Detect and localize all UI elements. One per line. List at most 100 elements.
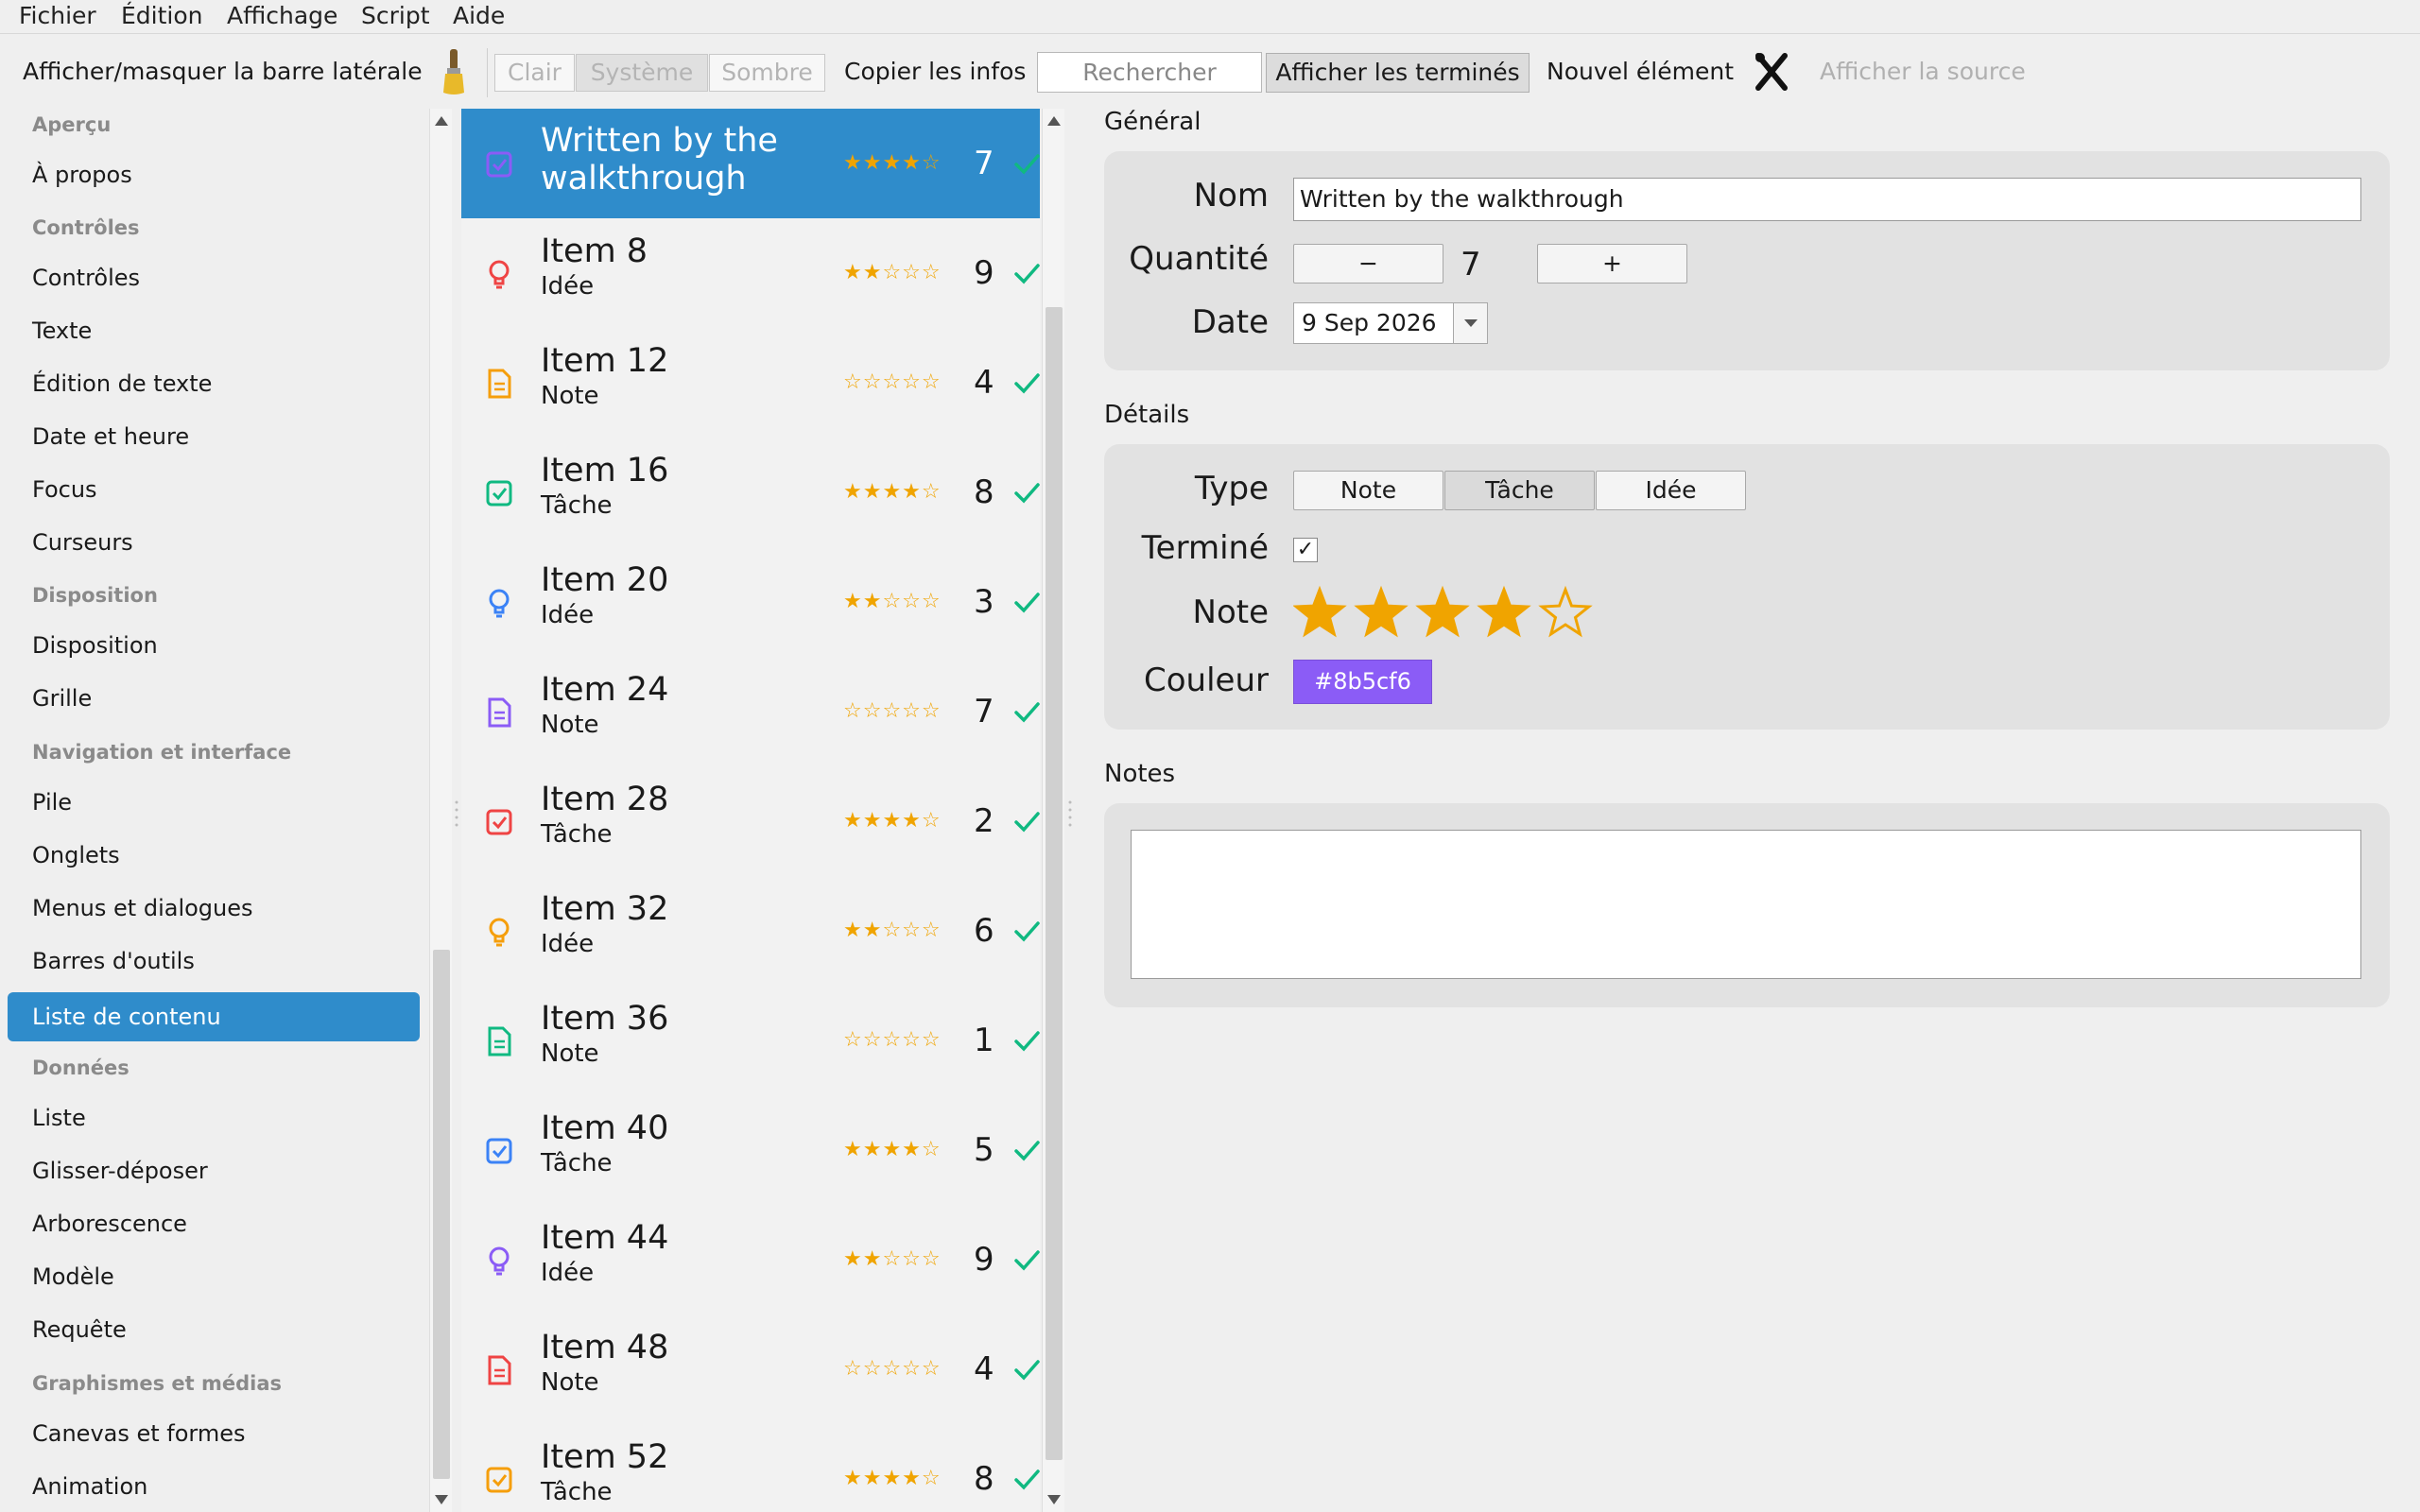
- list-item-subtitle: Note: [541, 1368, 599, 1397]
- list-item-rating-stars: ☆☆☆☆☆: [843, 699, 942, 723]
- list-item[interactable]: Written by the walkthrough ★★★★☆ 7: [461, 109, 1040, 218]
- sidebar-item-liste-de-contenu[interactable]: Liste de contenu: [8, 992, 420, 1041]
- done-checkbox[interactable]: ✓: [1293, 538, 1318, 562]
- sidebar-item-pile[interactable]: Pile: [8, 778, 420, 827]
- list-item-subtitle: Idée: [541, 930, 595, 958]
- name-label: Nom: [1193, 177, 1269, 215]
- theme-system-button[interactable]: Système: [576, 54, 708, 92]
- list-item[interactable]: Item 36 Note ☆☆☆☆☆ 1: [461, 986, 1040, 1095]
- star-icon[interactable]: [1415, 585, 1470, 638]
- sidebar-item-texte[interactable]: Texte: [8, 306, 420, 355]
- sidebar-item-focus[interactable]: Focus: [8, 465, 420, 514]
- done-check-icon: [1014, 1031, 1040, 1052]
- sidebar-item-date-et-heure[interactable]: Date et heure: [8, 412, 420, 461]
- color-swatch-button[interactable]: #8b5cf6: [1293, 660, 1432, 704]
- quantity-value: 7: [1461, 246, 1481, 284]
- list-item-subtitle: Tâche: [541, 1478, 613, 1506]
- sidebar-item-onglets[interactable]: Onglets: [8, 831, 420, 880]
- sidebar-item-barres-d-outils[interactable]: Barres d'outils: [8, 936, 420, 986]
- list-item-rating-stars: ★★☆☆☆: [843, 1247, 942, 1271]
- star-icon[interactable]: [1354, 585, 1409, 638]
- theme-dark-button[interactable]: Sombre: [709, 54, 825, 92]
- list-item[interactable]: Item 16 Tâche ★★★★☆ 8: [461, 438, 1040, 547]
- sidebar-item-requete[interactable]: Requête: [8, 1305, 420, 1354]
- list-item[interactable]: Item 44 Idée ★★☆☆☆ 9: [461, 1205, 1040, 1314]
- menu-aide[interactable]: Aide: [453, 0, 505, 34]
- list-item-subtitle: Idée: [541, 1259, 595, 1287]
- type-idee-button[interactable]: Idée: [1596, 471, 1746, 510]
- menu-fichier[interactable]: Fichier: [19, 0, 96, 34]
- scroll-down-arrow-icon[interactable]: [1047, 1495, 1061, 1504]
- list-item-quantity: 8: [974, 1460, 994, 1498]
- search-input[interactable]: Rechercher: [1037, 52, 1262, 93]
- rating-stars[interactable]: [1293, 584, 1615, 643]
- type-note-button[interactable]: Note: [1293, 471, 1443, 510]
- sidebar-item-canevas-et-formes[interactable]: Canevas et formes: [8, 1409, 420, 1458]
- date-picker[interactable]: 9 Sep 2026: [1293, 302, 1488, 344]
- list-item[interactable]: Item 8 Idée ★★☆☆☆ 9: [461, 218, 1040, 328]
- star-icon[interactable]: [1538, 585, 1593, 638]
- list-item[interactable]: Item 52 Tâche ★★★★☆ 8: [461, 1424, 1040, 1512]
- sidebar-scroll-thumb[interactable]: [433, 950, 450, 1479]
- list-item[interactable]: Item 24 Note ☆☆☆☆☆ 7: [461, 657, 1040, 766]
- tools-icon[interactable]: [1753, 52, 1790, 92]
- scroll-down-arrow-icon[interactable]: [435, 1495, 448, 1504]
- menu-affichage[interactable]: Affichage: [227, 0, 337, 34]
- sidebar-group-controles: Contrôles: [32, 216, 140, 239]
- new-item-button[interactable]: Nouvel élément: [1547, 35, 1734, 109]
- sidebar-item-disposition[interactable]: Disposition: [8, 621, 420, 670]
- theme-light-button[interactable]: Clair: [494, 54, 575, 92]
- list-item[interactable]: Item 48 Note ☆☆☆☆☆ 4: [461, 1314, 1040, 1424]
- sidebar-splitter-handle[interactable]: [455, 799, 458, 827]
- sidebar-group-disposition: Disposition: [32, 584, 158, 607]
- list-item-subtitle: Note: [541, 1040, 599, 1068]
- list-splitter-handle[interactable]: [1068, 799, 1072, 827]
- sidebar-item-modele[interactable]: Modèle: [8, 1252, 420, 1301]
- sidebar-item-controles[interactable]: Contrôles: [8, 253, 420, 302]
- sidebar-item-curseurs[interactable]: Curseurs: [8, 518, 420, 567]
- paintbrush-icon[interactable]: [438, 47, 470, 96]
- sidebar-item-menus-et-dialogues[interactable]: Menus et dialogues: [8, 884, 420, 933]
- chevron-down-icon[interactable]: [1453, 303, 1487, 343]
- list-item[interactable]: Item 28 Tâche ★★★★☆ 2: [461, 766, 1040, 876]
- list-scroll-thumb[interactable]: [1046, 307, 1063, 1460]
- sidebar-item-liste[interactable]: Liste: [8, 1093, 420, 1143]
- list-item-subtitle: Idée: [541, 601, 595, 629]
- list-item-title: Item 36: [541, 1000, 669, 1038]
- star-icon[interactable]: [1477, 585, 1531, 638]
- sidebar-item-edition-de-texte[interactable]: Édition de texte: [8, 359, 420, 408]
- name-input[interactable]: Written by the walkthrough: [1293, 178, 2361, 221]
- lightbulb-icon: [489, 260, 510, 289]
- menu-script[interactable]: Script: [361, 0, 430, 34]
- list-item[interactable]: Item 20 Idée ★★☆☆☆ 3: [461, 547, 1040, 657]
- list-item[interactable]: Item 32 Idée ★★☆☆☆ 6: [461, 876, 1040, 986]
- quantity-decrement-button[interactable]: −: [1293, 244, 1443, 284]
- sidebar-item-glisser-deposer[interactable]: Glisser-déposer: [8, 1146, 420, 1195]
- list-item-quantity: 3: [974, 583, 994, 621]
- scroll-up-arrow-icon[interactable]: [1047, 116, 1061, 126]
- type-tache-button[interactable]: Tâche: [1444, 471, 1595, 510]
- scroll-up-arrow-icon[interactable]: [435, 116, 448, 126]
- quantity-increment-button[interactable]: +: [1537, 244, 1687, 284]
- sidebar-scrollbar[interactable]: [429, 109, 452, 1512]
- notes-textarea[interactable]: [1131, 830, 2361, 979]
- sidebar-item-animation[interactable]: Animation: [8, 1462, 420, 1511]
- toggle-sidebar-button[interactable]: Afficher/masquer la barre latérale: [23, 35, 423, 109]
- sidebar-group-navigation: Navigation et interface: [32, 741, 292, 764]
- list-item[interactable]: Item 40 Tâche ★★★★☆ 5: [461, 1095, 1040, 1205]
- show-done-toggle[interactable]: Afficher les terminés: [1266, 53, 1530, 93]
- task-checkbox-icon: [486, 1138, 512, 1164]
- lightbulb-icon: [489, 918, 510, 947]
- sidebar-item-arborescence[interactable]: Arborescence: [8, 1199, 420, 1248]
- list-item-rating-stars: ★★★★☆: [843, 1138, 942, 1161]
- sidebar-item-grille[interactable]: Grille: [8, 674, 420, 723]
- menu-edition[interactable]: Édition: [121, 0, 203, 34]
- list-item[interactable]: Item 12 Note ☆☆☆☆☆ 4: [461, 328, 1040, 438]
- list-item-quantity: 7: [974, 145, 994, 182]
- note-document-icon: [488, 1026, 511, 1057]
- copy-info-button[interactable]: Copier les infos: [844, 35, 1026, 109]
- list-scrollbar[interactable]: [1042, 109, 1064, 1512]
- show-source-button[interactable]: Afficher la source: [1820, 35, 2026, 109]
- star-icon[interactable]: [1293, 585, 1347, 638]
- sidebar-item-a-propos[interactable]: À propos: [8, 150, 420, 199]
